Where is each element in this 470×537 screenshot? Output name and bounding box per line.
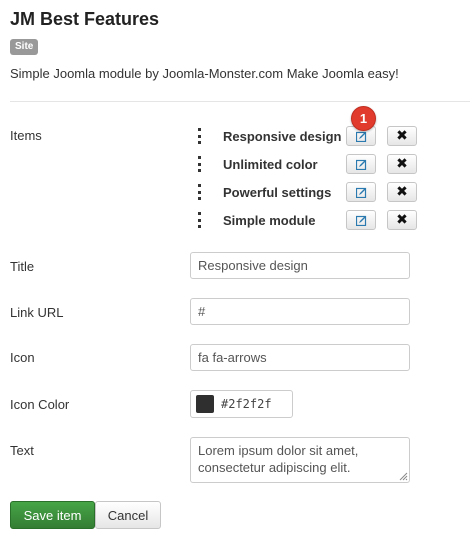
icon-label: Icon: [10, 350, 35, 365]
remove-icon: ✖: [396, 212, 408, 228]
edit-icon: [355, 131, 366, 142]
resize-grip-icon[interactable]: [399, 472, 408, 481]
color-swatch[interactable]: [196, 395, 214, 413]
color-value: #2f2f2f: [221, 397, 272, 411]
text-textarea[interactable]: Lorem ipsum dolor sit amet, consectetur …: [190, 437, 410, 483]
remove-icon: ✖: [396, 184, 408, 200]
edit-item-button[interactable]: [346, 182, 376, 202]
drag-handle-icon[interactable]: [196, 184, 202, 200]
icon-input[interactable]: [190, 344, 410, 371]
edit-icon: [355, 215, 366, 226]
edit-icon: [355, 159, 366, 170]
notification-badge: 1: [351, 106, 376, 131]
drag-handle-icon[interactable]: [196, 212, 202, 228]
remove-item-button[interactable]: ✖: [387, 126, 417, 146]
title-label: Title: [10, 259, 35, 274]
item-row: Responsive design ✖: [196, 124, 431, 148]
save-item-button[interactable]: Save item: [10, 501, 95, 529]
edit-icon: [355, 187, 366, 198]
title-input[interactable]: [190, 252, 410, 279]
icon-color-label: Icon Color: [10, 397, 70, 412]
remove-icon: ✖: [396, 128, 408, 144]
edit-item-button[interactable]: [346, 210, 376, 230]
edit-item-button[interactable]: [346, 154, 376, 174]
module-description: Simple Joomla module by Joomla-Monster.c…: [10, 66, 399, 81]
item-label: Powerful settings: [223, 184, 332, 200]
drag-handle-icon[interactable]: [196, 156, 202, 172]
remove-item-button[interactable]: ✖: [387, 154, 417, 174]
item-row: Powerful settings ✖: [196, 180, 431, 204]
item-row: Unlimited color ✖: [196, 152, 431, 176]
item-label: Responsive design: [223, 128, 342, 144]
item-label: Unlimited color: [223, 156, 318, 172]
divider: [10, 101, 470, 102]
items-label: Items: [10, 128, 42, 143]
drag-handle-icon[interactable]: [196, 128, 202, 144]
cancel-button[interactable]: Cancel: [95, 501, 161, 529]
module-title: JM Best Features: [10, 9, 160, 29]
text-label: Text: [10, 443, 34, 458]
item-label: Simple module: [223, 212, 316, 228]
remove-icon: ✖: [396, 156, 408, 172]
link-url-label: Link URL: [10, 305, 64, 320]
item-row: Simple module ✖: [196, 208, 431, 232]
remove-item-button[interactable]: ✖: [387, 210, 417, 230]
icon-color-picker[interactable]: #2f2f2f: [190, 390, 293, 418]
remove-item-button[interactable]: ✖: [387, 182, 417, 202]
link-url-input[interactable]: [190, 298, 410, 325]
site-badge: Site: [10, 39, 39, 55]
